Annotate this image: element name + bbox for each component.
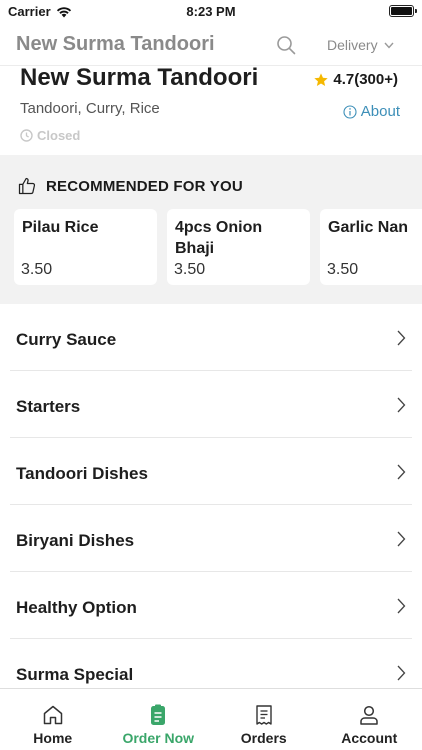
- category-row[interactable]: Curry Sauce: [10, 304, 412, 371]
- cuisine-list: Tandoori, Curry, Rice: [20, 100, 160, 117]
- tab-label: Orders: [240, 730, 287, 746]
- recommended-item-price: 3.50: [327, 261, 359, 278]
- category-label: Biryani Dishes: [16, 531, 135, 550]
- chevron-right-icon: [397, 665, 406, 681]
- chevron-right-icon: [397, 397, 406, 413]
- recommended-item-price: 3.50: [174, 261, 206, 278]
- tab-account[interactable]: Account: [317, 689, 422, 750]
- recommended-header: RECOMMENDED FOR YOU: [17, 176, 243, 196]
- about-link[interactable]: About: [343, 103, 400, 120]
- tab-label: Account: [341, 730, 398, 746]
- nav-header: New Surma Tandoori Delivery: [0, 24, 422, 66]
- status-time: 8:23 PM: [186, 4, 236, 19]
- thumbs-up-icon: [18, 177, 36, 195]
- delivery-selector[interactable]: Delivery: [327, 37, 394, 53]
- clock-icon: [20, 129, 33, 142]
- category-label: Surma Special: [16, 665, 134, 684]
- category-label: Curry Sauce: [16, 330, 117, 349]
- tab-orders[interactable]: Orders: [211, 689, 317, 750]
- tab-label: Home: [33, 730, 73, 746]
- delivery-label: Delivery: [327, 37, 378, 53]
- info-icon: [343, 104, 357, 119]
- recommended-item-name: Garlic Nan: [328, 219, 409, 236]
- restaurant-name: New Surma Tandoori: [20, 66, 259, 91]
- recommended-card[interactable]: Pilau Rice 3.50: [14, 209, 157, 285]
- restaurant-info: New Surma Tandoori 4.7(300+) Tandoori, C…: [0, 66, 422, 154]
- status-label: Closed: [37, 128, 81, 143]
- recommended-section: RECOMMENDED FOR YOU Pilau Rice 3.50 4pcs…: [0, 155, 422, 304]
- chevron-right-icon: [397, 531, 406, 547]
- recommended-card[interactable]: Garlic Nan 3.50: [320, 209, 422, 285]
- header-title: New Surma Tandoori: [16, 33, 215, 55]
- chevron-right-icon: [397, 464, 406, 480]
- category-row[interactable]: Biryani Dishes: [10, 505, 412, 572]
- rating: 4.7(300+): [313, 71, 398, 88]
- category-label: Healthy Option: [16, 598, 137, 617]
- open-status: Closed: [20, 128, 80, 143]
- rating-value: 4.7(300+): [333, 71, 398, 88]
- about-label: About: [360, 103, 400, 120]
- recommended-item-name: Pilau Rice: [22, 219, 99, 236]
- recommended-title: RECOMMENDED FOR YOU: [46, 177, 243, 195]
- category-row[interactable]: Healthy Option: [10, 572, 412, 639]
- recommended-card[interactable]: 4pcs Onion Bhaji 3.50: [167, 209, 310, 285]
- chevron-down-icon: [384, 42, 394, 49]
- battery-icon: [389, 5, 417, 17]
- category-row[interactable]: Tandoori Dishes: [10, 438, 412, 505]
- search-icon[interactable]: [276, 35, 296, 55]
- category-row[interactable]: Starters: [10, 371, 412, 438]
- tab-order-now[interactable]: Order Now: [106, 689, 212, 750]
- menu-categories: Curry Sauce Starters Tandoori Dishes Bir…: [0, 304, 422, 706]
- recommended-item-name: 4pcs Onion Bhaji: [175, 219, 263, 257]
- tab-home[interactable]: Home: [0, 689, 106, 750]
- chevron-right-icon: [397, 330, 406, 346]
- category-label: Starters: [16, 397, 81, 416]
- tab-bar: Home Order Now Orders Account: [0, 688, 422, 750]
- chevron-right-icon: [397, 598, 406, 614]
- recommended-item-price: 3.50: [21, 261, 53, 278]
- tab-label: Order Now: [122, 730, 195, 746]
- receipt-icon: [256, 705, 272, 725]
- order-icon: [151, 704, 166, 725]
- category-label: Tandoori Dishes: [16, 464, 148, 483]
- home-icon: [43, 705, 62, 725]
- star-icon: [314, 72, 329, 86]
- status-bar: Carrier 8:23 PM: [0, 0, 422, 24]
- account-icon: [360, 705, 378, 725]
